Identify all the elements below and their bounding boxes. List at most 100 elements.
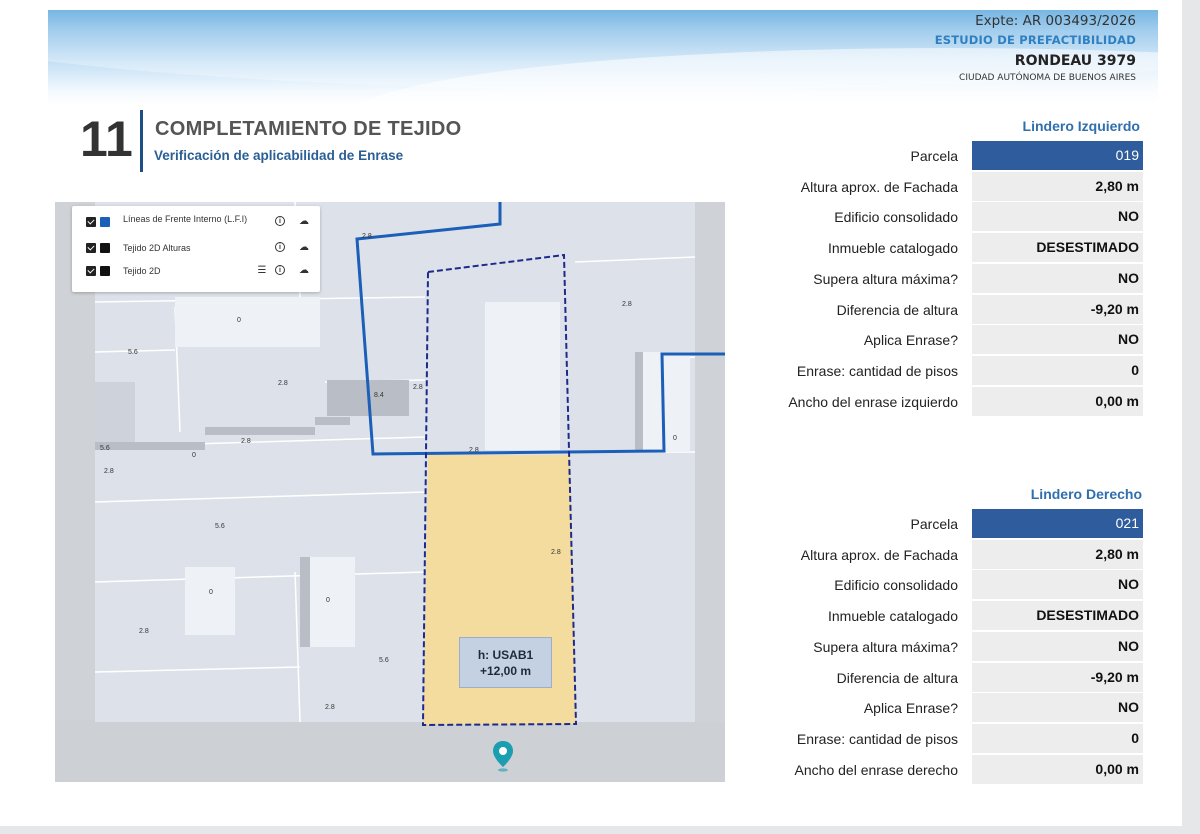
legend-swatch [100, 266, 110, 276]
map-label: 8.4 [374, 392, 384, 399]
row-value: NO [972, 202, 1143, 232]
row-label: Edificio consolidado [834, 209, 958, 226]
popup-zone: h: USAB1 [477, 648, 534, 662]
row-label: Parcela [910, 516, 958, 532]
table-row: Aplica Enrase? NO [740, 325, 1144, 356]
map-label: 0 [673, 435, 677, 442]
row-value: -9,20 m [972, 294, 1143, 324]
row-label: Supera altura máxima? [813, 270, 958, 287]
info-icon[interactable]: i [275, 265, 285, 275]
map-label: 2.8 [362, 233, 372, 240]
table-row: Parcela 019 [740, 141, 1144, 172]
map-label: 2.8 [325, 704, 335, 711]
map-label: 2.8 [278, 380, 288, 387]
row-label: Inmueble catalogado [828, 608, 958, 625]
location-pin-icon[interactable] [491, 740, 515, 772]
row-label: Supera altura máxima? [813, 638, 958, 655]
legend-item-lfi[interactable]: Líneas de Frente Interno (L.F.I) i ☁ [86, 214, 312, 232]
table-row: Enrase: cantidad de pisos 0 [740, 723, 1144, 755]
map-label: 5.6 [100, 445, 110, 452]
legend-item-tejido-alturas[interactable]: Tejido 2D Alturas i ☁ [86, 240, 312, 258]
map-label: 5.6 [215, 523, 225, 530]
study-type: ESTUDIO DE PREFACTIBILIDAD [934, 33, 1136, 47]
map-label: 2.8 [241, 438, 251, 445]
row-value: -9,20 m [972, 662, 1143, 692]
row-label: Ancho del enrase izquierdo [788, 393, 958, 410]
property-address: RONDEAU 3979 [1014, 53, 1136, 69]
table-row: Inmueble catalogado DESESTIMADO [740, 601, 1144, 632]
checkbox-icon[interactable] [86, 243, 96, 253]
row-label: Altura aprox. de Fachada [800, 178, 958, 195]
row-label: Aplica Enrase? [863, 332, 958, 349]
map-label: 2.8 [139, 628, 149, 635]
table-row: Supera altura máxima? NO [740, 631, 1144, 663]
map-label: 0 [326, 597, 330, 604]
table-row: Ancho del enrase izquierdo 0,00 m [740, 386, 1144, 418]
row-value: 2,80 m [972, 171, 1143, 201]
table-row: Enrase: cantidad de pisos 0 [740, 355, 1144, 387]
table-row: Aplica Enrase? NO [740, 693, 1144, 724]
table-row: Parcela 021 [740, 509, 1144, 540]
row-value: NO [972, 693, 1143, 723]
legend-label: Líneas de Frente Interno (L.F.I) [123, 214, 248, 224]
list-icon[interactable]: ☰ [256, 265, 268, 277]
section-subtitle: Verificación de aplicabilidad de Enrase [154, 148, 404, 163]
row-value: NO [972, 631, 1143, 661]
height-popup: h: USAB1 +12,00 m [459, 637, 552, 688]
table-row: Diferencia de altura -9,20 m [740, 294, 1144, 326]
popup-height: +12,00 m [479, 664, 532, 678]
table-row: Edificio consolidado NO [740, 570, 1144, 601]
cloud-upload-icon[interactable]: ☁ [298, 242, 310, 254]
map-label: 2.8 [551, 549, 561, 556]
map-label: 2.8 [622, 301, 632, 308]
info-icon[interactable]: i [275, 242, 285, 252]
info-icon[interactable]: i [275, 216, 285, 226]
map-label: 0 [192, 452, 196, 459]
row-value: 0 [972, 723, 1143, 753]
row-label: Parcela [910, 148, 958, 164]
row-value: NO [972, 570, 1143, 600]
section-divider [140, 110, 143, 172]
header-info: Expte: AR 003493/2026 ESTUDIO DE PREFACT… [935, 12, 1136, 84]
row-value: 0,00 m [972, 386, 1143, 416]
row-value: DESESTIMADO [972, 233, 1143, 263]
section-number: 11 [80, 111, 133, 167]
map-label: 5.6 [128, 349, 138, 356]
row-value: NO [972, 325, 1143, 355]
map-label: 5.6 [379, 657, 389, 664]
row-value: 2,80 m [972, 539, 1143, 569]
map-street-bottom [55, 720, 725, 782]
table-row: Diferencia de altura -9,20 m [740, 662, 1144, 694]
right-neighbor-heading: Lindero Derecho [1030, 486, 1142, 502]
row-value: 0,00 m [972, 754, 1143, 784]
map-label: 2.8 [469, 447, 479, 454]
row-label: Edificio consolidado [834, 577, 958, 594]
legend-item-tejido-2d[interactable]: Tejido 2D ☰ i ☁ [86, 263, 312, 281]
row-value: 0 [972, 355, 1143, 385]
table-row: Inmueble catalogado DESESTIMADO [740, 233, 1144, 264]
checkbox-icon[interactable] [86, 217, 96, 227]
row-value: NO [972, 263, 1143, 293]
left-neighbor-heading: Lindero Izquierdo [1022, 118, 1140, 134]
row-label: Aplica Enrase? [863, 700, 958, 717]
cloud-upload-icon[interactable]: ☁ [298, 216, 310, 228]
row-label: Diferencia de altura [836, 301, 958, 318]
map-label: 2.8 [104, 468, 114, 475]
map-label: 0 [237, 317, 241, 324]
table-row: Edificio consolidado NO [740, 202, 1144, 233]
cloud-upload-icon[interactable]: ☁ [298, 265, 310, 277]
table-row: Supera altura máxima? NO [740, 263, 1144, 295]
legend-swatch [100, 217, 110, 227]
city-name: CIUDAD AUTÓNOMA DE BUENOS AIRES [959, 73, 1136, 83]
map-street-right [695, 202, 725, 722]
table-row: Altura aprox. de Fachada 2,80 m [740, 171, 1144, 203]
legend-label: Tejido 2D Alturas [123, 243, 191, 253]
row-label: Enrase: cantidad de pisos [796, 730, 958, 747]
expediente-number: Expte: AR 003493/2026 [975, 13, 1136, 29]
row-value: 019 [972, 141, 1143, 170]
section-title: COMPLETAMIENTO DE TEJIDO [155, 118, 462, 140]
table-row: Ancho del enrase derecho 0,00 m [740, 754, 1144, 786]
map-label: 0 [209, 589, 213, 596]
row-label: Ancho del enrase derecho [794, 761, 958, 778]
checkbox-icon[interactable] [86, 266, 96, 276]
